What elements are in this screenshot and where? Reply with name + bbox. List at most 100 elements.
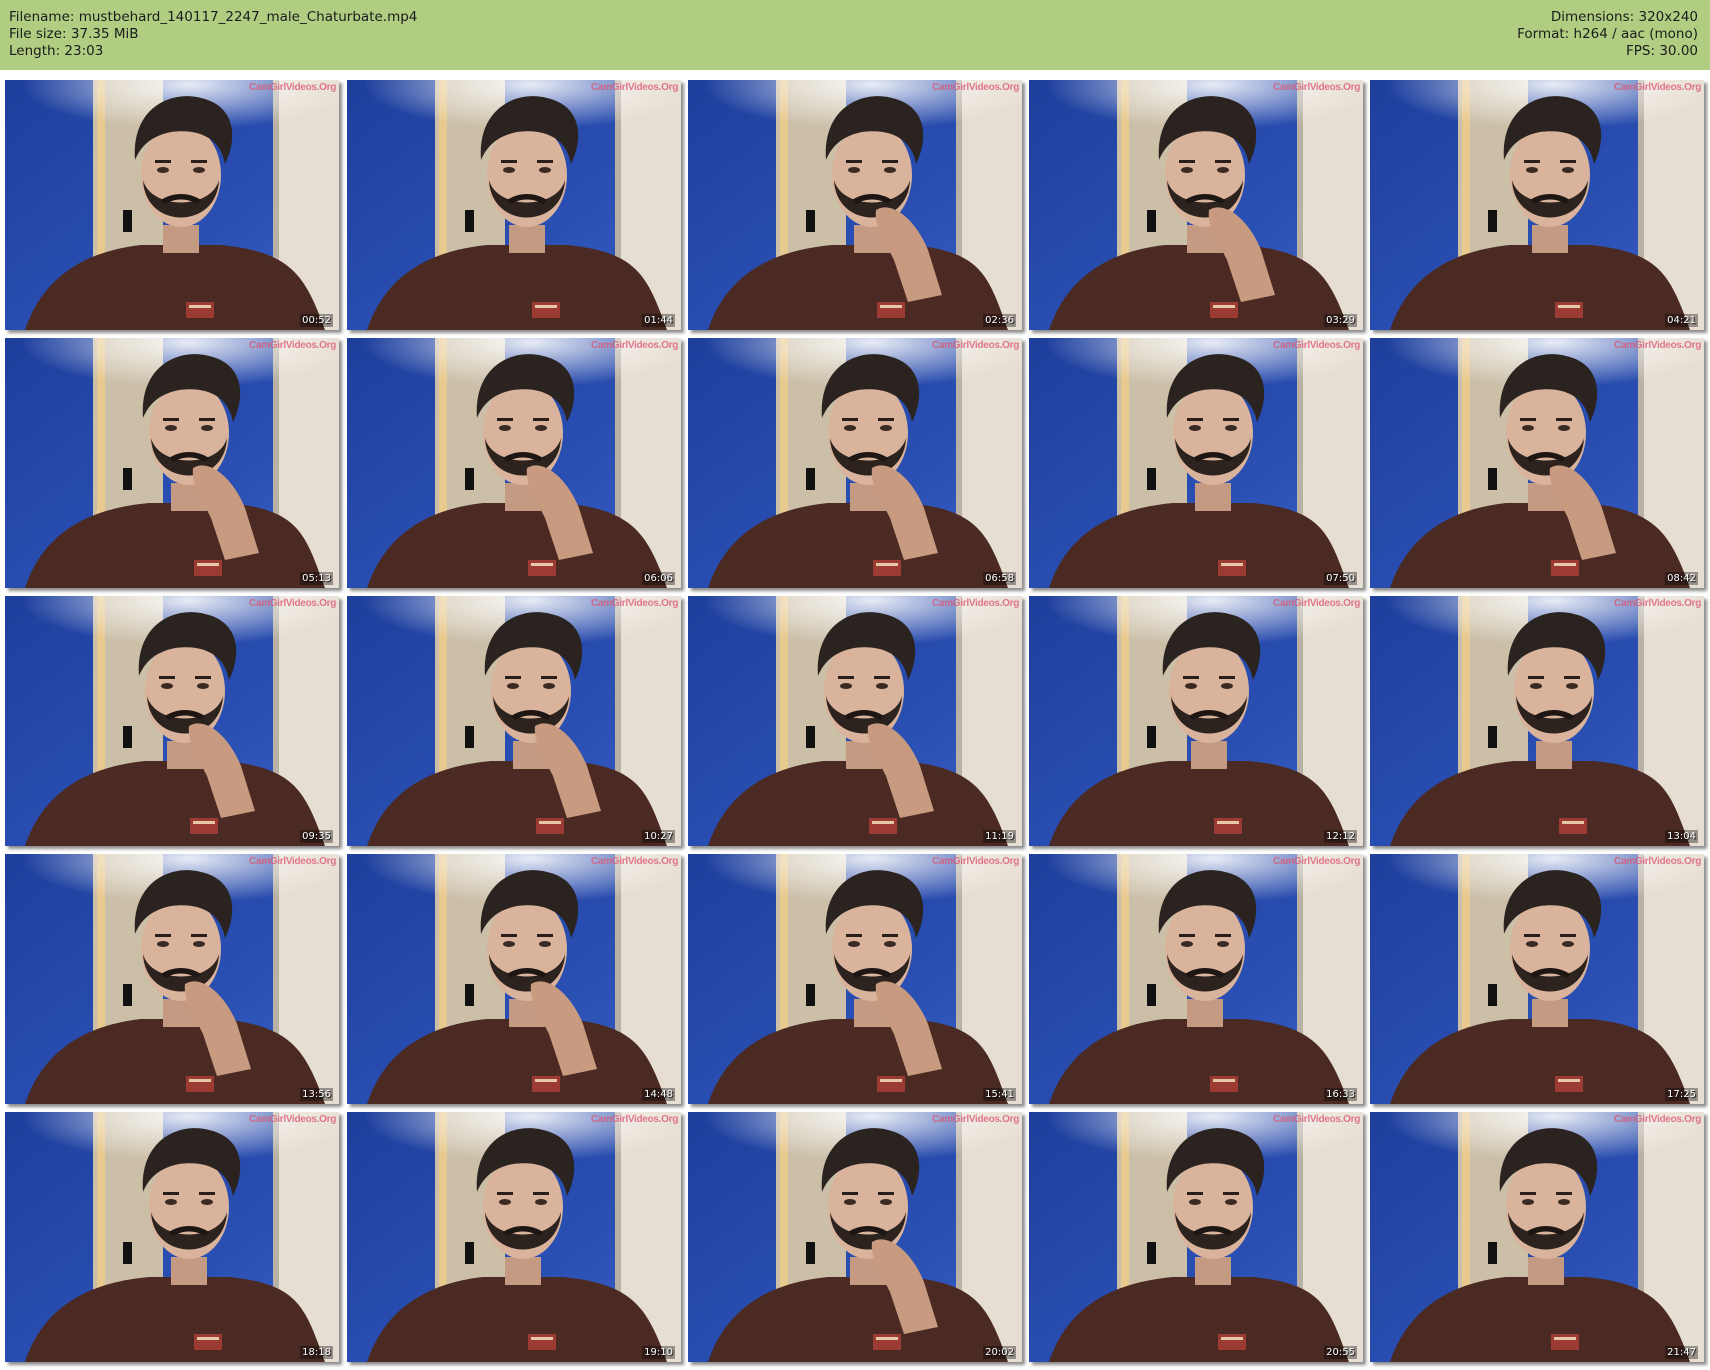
video-thumbnail[interactable]: CamGirlVideos.Org 10:27 bbox=[347, 596, 681, 846]
watermark-logo: CamGirlVideos.Org bbox=[1273, 340, 1360, 351]
video-frame-image bbox=[347, 338, 681, 588]
video-frame-image bbox=[688, 854, 1022, 1104]
video-frame-image bbox=[688, 1112, 1022, 1362]
watermark-logo: CamGirlVideos.Org bbox=[1273, 856, 1360, 867]
thumbnail-timestamp: 03:29 bbox=[1324, 314, 1357, 327]
thumbnail-timestamp: 13:04 bbox=[1665, 830, 1698, 843]
video-thumbnail[interactable]: CamGirlVideos.Org 18:18 bbox=[5, 1112, 339, 1362]
thumbnail-timestamp: 06:06 bbox=[642, 572, 675, 585]
video-thumbnail[interactable]: CamGirlVideos.Org 12:12 bbox=[1029, 596, 1363, 846]
watermark-logo: CamGirlVideos.Org bbox=[1614, 1114, 1701, 1125]
watermark-logo: CamGirlVideos.Org bbox=[1614, 340, 1701, 351]
video-frame-image bbox=[1029, 596, 1363, 846]
watermark-logo: CamGirlVideos.Org bbox=[249, 598, 336, 609]
video-frame-image bbox=[1370, 80, 1704, 330]
video-frame-image bbox=[1370, 1112, 1704, 1362]
video-thumbnail[interactable]: CamGirlVideos.Org 15:41 bbox=[688, 854, 1022, 1104]
watermark-logo: CamGirlVideos.Org bbox=[249, 856, 336, 867]
thumbnail-timestamp: 12:12 bbox=[1324, 830, 1357, 843]
watermark-logo: CamGirlVideos.Org bbox=[932, 340, 1019, 351]
watermark-logo: CamGirlVideos.Org bbox=[591, 856, 678, 867]
video-thumbnail[interactable]: CamGirlVideos.Org 06:58 bbox=[688, 338, 1022, 588]
thumbnail-timestamp: 10:27 bbox=[642, 830, 675, 843]
video-thumbnail[interactable]: CamGirlVideos.Org 20:55 bbox=[1029, 1112, 1363, 1362]
thumbnail-timestamp: 19:10 bbox=[642, 1346, 675, 1359]
thumbnail-timestamp: 13:56 bbox=[300, 1088, 333, 1101]
video-frame-image bbox=[5, 80, 339, 330]
video-frame-image bbox=[347, 596, 681, 846]
video-thumbnail[interactable]: CamGirlVideos.Org 21:47 bbox=[1370, 1112, 1704, 1362]
video-thumbnail[interactable]: CamGirlVideos.Org 17:25 bbox=[1370, 854, 1704, 1104]
video-frame-image bbox=[1029, 338, 1363, 588]
video-thumbnail[interactable]: CamGirlVideos.Org 07:50 bbox=[1029, 338, 1363, 588]
thumbnail-timestamp: 21:47 bbox=[1665, 1346, 1698, 1359]
thumbnail-timestamp: 16:33 bbox=[1324, 1088, 1357, 1101]
watermark-logo: CamGirlVideos.Org bbox=[249, 340, 336, 351]
video-frame-image bbox=[347, 854, 681, 1104]
video-thumbnail[interactable]: CamGirlVideos.Org 14:48 bbox=[347, 854, 681, 1104]
thumbnail-timestamp: 01:44 bbox=[642, 314, 675, 327]
video-frame-image bbox=[1370, 854, 1704, 1104]
watermark-logo: CamGirlVideos.Org bbox=[1273, 1114, 1360, 1125]
video-thumbnail[interactable]: CamGirlVideos.Org 19:10 bbox=[347, 1112, 681, 1362]
thumbnail-grid: CamGirlVideos.Org 00:52 CamGirlVideos.Or… bbox=[0, 0, 1710, 1370]
video-frame-image bbox=[1029, 80, 1363, 330]
watermark-logo: CamGirlVideos.Org bbox=[249, 1114, 336, 1125]
video-frame-image bbox=[5, 1112, 339, 1362]
watermark-logo: CamGirlVideos.Org bbox=[1273, 598, 1360, 609]
thumbnail-timestamp: 17:25 bbox=[1665, 1088, 1698, 1101]
thumbnail-timestamp: 02:36 bbox=[983, 314, 1016, 327]
watermark-logo: CamGirlVideos.Org bbox=[591, 598, 678, 609]
watermark-logo: CamGirlVideos.Org bbox=[249, 82, 336, 93]
video-frame-image bbox=[1029, 1112, 1363, 1362]
video-frame-image bbox=[5, 338, 339, 588]
watermark-logo: CamGirlVideos.Org bbox=[932, 856, 1019, 867]
watermark-logo: CamGirlVideos.Org bbox=[1273, 82, 1360, 93]
video-thumbnail[interactable]: CamGirlVideos.Org 01:44 bbox=[347, 80, 681, 330]
video-frame-image bbox=[688, 80, 1022, 330]
video-thumbnail[interactable]: CamGirlVideos.Org 05:13 bbox=[5, 338, 339, 588]
video-frame-image bbox=[347, 1112, 681, 1362]
thumbnail-timestamp: 08:42 bbox=[1665, 572, 1698, 585]
video-frame-image bbox=[347, 80, 681, 330]
video-thumbnail[interactable]: CamGirlVideos.Org 03:29 bbox=[1029, 80, 1363, 330]
video-frame-image bbox=[5, 596, 339, 846]
video-frame-image bbox=[1370, 596, 1704, 846]
watermark-logo: CamGirlVideos.Org bbox=[591, 340, 678, 351]
thumbnail-timestamp: 15:41 bbox=[983, 1088, 1016, 1101]
video-frame-image bbox=[1370, 338, 1704, 588]
video-thumbnail[interactable]: CamGirlVideos.Org 09:35 bbox=[5, 596, 339, 846]
video-thumbnail[interactable]: CamGirlVideos.Org 06:06 bbox=[347, 338, 681, 588]
video-frame-image bbox=[5, 854, 339, 1104]
thumbnail-timestamp: 20:55 bbox=[1324, 1346, 1357, 1359]
thumbnail-timestamp: 00:52 bbox=[300, 314, 333, 327]
watermark-logo: CamGirlVideos.Org bbox=[932, 82, 1019, 93]
video-frame-image bbox=[1029, 854, 1363, 1104]
video-thumbnail[interactable]: CamGirlVideos.Org 00:52 bbox=[5, 80, 339, 330]
video-frame-image bbox=[688, 596, 1022, 846]
thumbnail-timestamp: 07:50 bbox=[1324, 572, 1357, 585]
thumbnail-timestamp: 06:58 bbox=[983, 572, 1016, 585]
watermark-logo: CamGirlVideos.Org bbox=[1614, 856, 1701, 867]
video-thumbnail[interactable]: CamGirlVideos.Org 04:21 bbox=[1370, 80, 1704, 330]
watermark-logo: CamGirlVideos.Org bbox=[591, 82, 678, 93]
thumbnail-timestamp: 11:19 bbox=[983, 830, 1016, 843]
video-thumbnail[interactable]: CamGirlVideos.Org 13:56 bbox=[5, 854, 339, 1104]
thumbnail-timestamp: 18:18 bbox=[300, 1346, 333, 1359]
watermark-logo: CamGirlVideos.Org bbox=[932, 1114, 1019, 1125]
video-thumbnail[interactable]: CamGirlVideos.Org 08:42 bbox=[1370, 338, 1704, 588]
watermark-logo: CamGirlVideos.Org bbox=[1614, 82, 1701, 93]
video-frame-image bbox=[688, 338, 1022, 588]
watermark-logo: CamGirlVideos.Org bbox=[1614, 598, 1701, 609]
video-thumbnail[interactable]: CamGirlVideos.Org 16:33 bbox=[1029, 854, 1363, 1104]
thumbnail-timestamp: 05:13 bbox=[300, 572, 333, 585]
thumbnail-timestamp: 09:35 bbox=[300, 830, 333, 843]
video-thumbnail[interactable]: CamGirlVideos.Org 11:19 bbox=[688, 596, 1022, 846]
thumbnail-timestamp: 14:48 bbox=[642, 1088, 675, 1101]
video-thumbnail[interactable]: CamGirlVideos.Org 20:02 bbox=[688, 1112, 1022, 1362]
thumbnail-timestamp: 20:02 bbox=[983, 1346, 1016, 1359]
video-thumbnail[interactable]: CamGirlVideos.Org 02:36 bbox=[688, 80, 1022, 330]
thumbnail-timestamp: 04:21 bbox=[1665, 314, 1698, 327]
watermark-logo: CamGirlVideos.Org bbox=[932, 598, 1019, 609]
video-thumbnail[interactable]: CamGirlVideos.Org 13:04 bbox=[1370, 596, 1704, 846]
